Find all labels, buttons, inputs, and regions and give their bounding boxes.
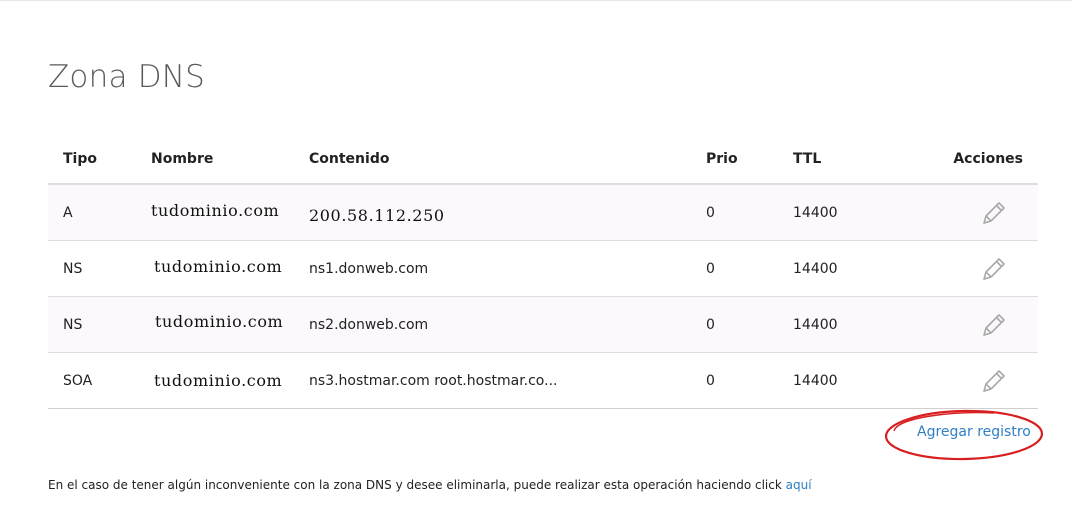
cell-prio: 0 [691,352,778,409]
cell-contenido: ns3.hostmar.com root.hostmar.co... [294,352,691,409]
pencil-icon [983,257,1005,280]
edit-record-button[interactable] [980,367,1008,395]
domain-name-text: tudominio.com [154,257,283,276]
footer-note: En el caso de tener algún inconveniente … [48,478,812,492]
header-row: Tipo Nombre Contenido Prio TTL Acciones [48,135,1038,185]
column-header-prio: Prio [691,135,778,185]
cell-acciones [918,184,1038,241]
column-header-contenido: Contenido [294,135,691,185]
cell-tipo: SOA [48,352,136,409]
domain-name-text: tudominio.com [151,201,280,220]
cell-nombre: tudominio.com [136,352,294,409]
cell-prio: 0 [691,184,778,241]
cell-nombre: tudominio.com [136,240,294,297]
cell-acciones [918,240,1038,297]
column-header-nombre: Nombre [136,135,294,185]
cell-ttl: 14400 [778,240,918,297]
cell-prio: 0 [691,296,778,353]
column-header-acciones: Acciones [918,135,1038,185]
dns-zone-page: Zona DNS Tipo Nombre Contenido Prio TTL … [0,0,1072,518]
table-row: A tudominio.com 200.58.112.250 0 14400 [48,184,1038,241]
cell-acciones [918,352,1038,409]
pencil-icon [983,369,1005,392]
cell-prio: 0 [691,240,778,297]
page-title: Zona DNS [48,59,206,95]
table-row: SOA tudominio.com ns3.hostmar.com root.h… [48,352,1038,409]
cell-ttl: 14400 [778,184,918,241]
domain-name-text: tudominio.com [155,312,284,331]
domain-name-text: tudominio.com [154,371,283,390]
cell-contenido: 200.58.112.250 [294,184,691,241]
table-row: NS tudominio.com ns2.donweb.com 0 14400 [48,296,1038,353]
add-record-area: Agregar registro [884,409,1044,461]
edit-record-button[interactable] [980,199,1008,227]
cell-contenido: ns1.donweb.com [294,240,691,297]
cell-nombre: tudominio.com [136,184,294,241]
dns-records-table: Tipo Nombre Contenido Prio TTL Acciones … [48,135,1038,409]
cell-ttl: 14400 [778,296,918,353]
add-record-link[interactable]: Agregar registro [917,424,1031,440]
delete-zone-link[interactable]: aquí [786,478,812,492]
cell-nombre: tudominio.com [136,296,294,353]
cell-acciones [918,296,1038,353]
edit-record-button[interactable] [980,311,1008,339]
cell-contenido: ns2.donweb.com [294,296,691,353]
column-header-ttl: TTL [778,135,918,185]
pencil-icon [983,313,1005,336]
table-header: Tipo Nombre Contenido Prio TTL Acciones [48,135,1038,185]
cell-tipo: NS [48,240,136,297]
cell-ttl: 14400 [778,352,918,409]
cell-tipo: NS [48,296,136,353]
cell-tipo: A [48,184,136,241]
content-text: 200.58.112.250 [309,206,445,225]
table-row: NS tudominio.com ns1.donweb.com 0 14400 [48,240,1038,297]
column-header-tipo: Tipo [48,135,136,185]
edit-record-button[interactable] [980,255,1008,283]
table-body: A tudominio.com 200.58.112.250 0 14400 N… [48,184,1038,409]
footer-note-text: En el caso de tener algún inconveniente … [48,478,786,492]
pencil-icon [983,201,1005,224]
